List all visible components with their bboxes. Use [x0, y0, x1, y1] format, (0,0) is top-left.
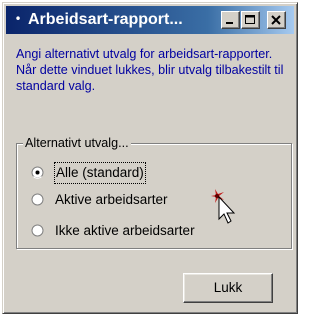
title-bar[interactable]: • Arbeidsart-rapport... — [6, 6, 294, 34]
close-window-button[interactable] — [267, 11, 286, 29]
mouse-pointer-icon — [211, 189, 236, 224]
radio-label: Alle (standard) — [54, 162, 146, 184]
radio-label: Ikke aktive arbeidsarter — [55, 223, 195, 238]
lukk-button[interactable]: Lukk — [183, 273, 273, 303]
maximize-icon — [245, 15, 255, 24]
close-icon — [271, 15, 281, 25]
radio-unselected-icon[interactable] — [31, 193, 44, 206]
window-title: Arbeidsart-rapport... — [28, 11, 183, 28]
maximize-button[interactable] — [241, 11, 260, 29]
radio-selected-icon[interactable] — [31, 166, 44, 179]
description-text: Angi alternativt utvalg for arbeidsart-r… — [16, 47, 284, 93]
groupbox-legend: Alternativt utvalg... — [23, 135, 131, 151]
minimize-button[interactable] — [221, 11, 240, 29]
dialog-window: • Arbeidsart-rapport... Angi alternativt… — [2, 2, 298, 314]
radio-unselected-icon[interactable] — [31, 224, 44, 237]
radio-label: Aktive arbeidsarter — [55, 192, 168, 207]
minimize-icon — [226, 22, 233, 24]
bullet-icon[interactable]: • — [11, 12, 25, 26]
